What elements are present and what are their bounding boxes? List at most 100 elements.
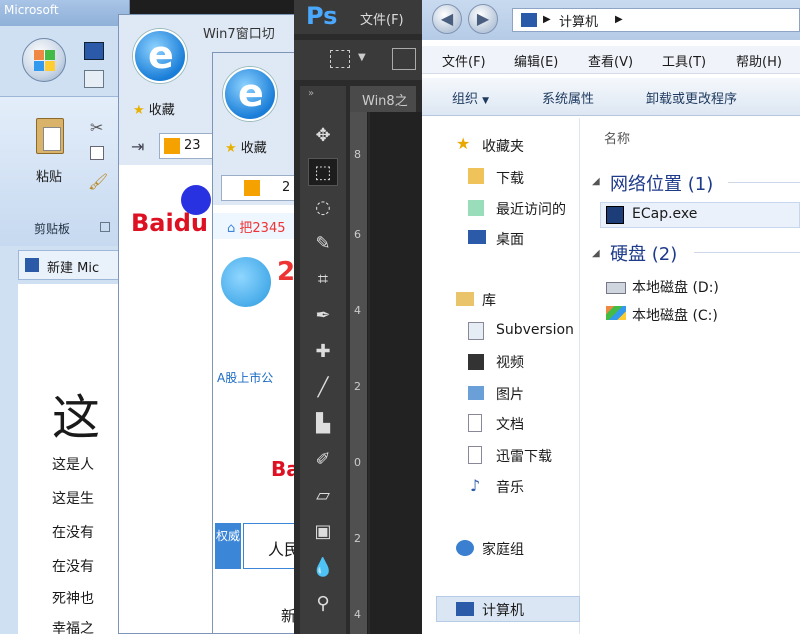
pin-link[interactable]: ⌂ 把2345 xyxy=(227,217,286,236)
chevron-down-icon[interactable]: ▼ xyxy=(358,52,366,63)
history-brush-icon[interactable]: ✐ xyxy=(308,446,338,474)
group-divider xyxy=(694,252,800,253)
blur-tool-icon[interactable]: 💧 xyxy=(308,554,338,582)
pin-text: 把2345 xyxy=(239,221,286,236)
chevron-right-icon: ▶ xyxy=(543,14,551,25)
save-icon[interactable] xyxy=(84,42,104,60)
ps-doc-tab-label: Win8之 xyxy=(362,94,408,109)
file-selection-highlight xyxy=(600,202,800,228)
gradient-tool-icon[interactable]: ▣ xyxy=(308,518,338,546)
column-header-name[interactable]: 名称 xyxy=(604,128,630,147)
chevron-down-icon: ▼ xyxy=(482,96,490,106)
doc-line: 幸福之 xyxy=(52,621,94,634)
nav-downloads[interactable]: 下载 xyxy=(496,168,524,188)
cut-icon[interactable]: ✂ xyxy=(90,118,103,137)
paste-icon[interactable] xyxy=(36,118,64,154)
group-network-location[interactable]: 网络位置 (1) xyxy=(610,170,713,196)
uninstall-program-button[interactable]: 卸载或更改程序 xyxy=(646,88,737,107)
crop-tool-icon[interactable]: ⌗ xyxy=(308,266,338,294)
doc-line: 在没有 xyxy=(52,559,94,575)
clipboard-group-label: 剪贴板 xyxy=(34,222,71,236)
nav-subversion[interactable]: Subversion xyxy=(496,322,574,338)
menu-edit[interactable]: 编辑(E) xyxy=(514,51,558,70)
ie1-back-icon[interactable]: ⇥ xyxy=(131,137,144,156)
organize-label: 组织 xyxy=(452,92,479,107)
recent-icon xyxy=(468,200,484,216)
doc-line: 在没有 xyxy=(52,525,94,541)
ruler-number: 8 xyxy=(354,148,361,161)
nav-documents[interactable]: 文档 xyxy=(496,414,524,434)
brush-tool-icon[interactable]: ╱ xyxy=(308,374,338,402)
nav-thunder[interactable]: 迅雷下载 xyxy=(496,446,552,466)
ashare-text: A股上市公 xyxy=(217,371,274,385)
copy-icon[interactable] xyxy=(90,146,104,160)
ps-canvas[interactable] xyxy=(370,112,422,634)
breadcrumb-computer[interactable]: 计算机 xyxy=(559,11,598,30)
breadcrumb[interactable]: ▶ 计算机 ▶ xyxy=(512,8,800,32)
nav-recent[interactable]: 最近访问的 xyxy=(496,199,566,219)
move-tool-icon[interactable]: ✥ xyxy=(308,122,338,150)
ruler-number: 2 xyxy=(354,532,361,545)
octopus-mascot-icon xyxy=(221,257,271,307)
nav-favorites[interactable]: 收藏夹 xyxy=(482,136,524,156)
nav-videos[interactable]: 视频 xyxy=(496,352,524,372)
ruler-number: 4 xyxy=(354,608,361,621)
lasso-tool-icon[interactable]: ◌ xyxy=(308,194,338,222)
ie1-title: Win7窗口切 xyxy=(203,27,275,42)
menu-view[interactable]: 查看(V) xyxy=(588,51,633,70)
dodge-tool-icon[interactable]: ⚲ xyxy=(308,590,338,618)
system-properties-button[interactable]: 系统属性 xyxy=(542,88,594,107)
format-painter-icon[interactable]: 🖌 xyxy=(88,172,108,191)
marquee-tool-icon[interactable]: ⬚ xyxy=(308,158,338,186)
authority-tab[interactable]: 权威 xyxy=(215,523,241,569)
nav-music[interactable]: 音乐 xyxy=(496,477,524,497)
desktop-icon xyxy=(468,230,486,244)
dialog-launcher-icon[interactable] xyxy=(100,222,110,232)
back-button[interactable]: ◀ xyxy=(432,4,462,34)
ps-logo: Ps xyxy=(306,2,338,30)
ps-doc-tab[interactable]: Win8之 xyxy=(350,86,416,112)
quick-select-tool-icon[interactable]: ✎ xyxy=(308,230,338,258)
collapse-arrow-icon[interactable]: ◢ xyxy=(592,176,600,187)
ps-menu-file[interactable]: 文件(F) xyxy=(360,9,404,28)
menu-tools[interactable]: 工具(T) xyxy=(662,51,706,70)
ruler-number: 4 xyxy=(354,304,361,317)
ie2-address-text: 2 xyxy=(282,180,291,195)
drive-c[interactable]: 本地磁盘 (C:) xyxy=(632,305,718,325)
eraser-tool-icon[interactable]: ▱ xyxy=(308,482,338,510)
drive-d[interactable]: 本地磁盘 (D:) xyxy=(632,277,719,297)
quick-access-icon[interactable] xyxy=(84,70,104,88)
ie2-favorites-button[interactable]: ★ 收藏 xyxy=(225,137,267,156)
eyedropper-tool-icon[interactable]: ✒ xyxy=(308,302,338,330)
word-doc-tab[interactable]: 新建 Mic xyxy=(18,250,129,280)
nav-libraries[interactable]: 库 xyxy=(482,290,496,310)
menu-help[interactable]: 帮助(H) xyxy=(736,51,782,70)
forward-button[interactable]: ▶ xyxy=(468,4,498,34)
nav-pictures[interactable]: 图片 xyxy=(496,384,524,404)
office-button[interactable] xyxy=(22,38,66,82)
group-divider xyxy=(728,182,800,183)
ie1-favorites-button[interactable]: ★ 收藏 xyxy=(133,99,175,118)
pictures-icon xyxy=(468,386,484,400)
explorer-window: ◀ ▶ ▶ 计算机 ▶ 文件(F) 编辑(E) 查看(V) 工具(T) 帮助(H… xyxy=(422,0,800,634)
nav-desktop[interactable]: 桌面 xyxy=(496,229,524,249)
healing-tool-icon[interactable]: ✚ xyxy=(308,338,338,366)
stamp-tool-icon[interactable]: ▙ xyxy=(308,410,338,438)
computer-small-icon xyxy=(521,13,537,27)
nav-computer[interactable]: 计算机 xyxy=(482,600,524,620)
ruler-number: 6 xyxy=(354,228,361,241)
organize-button[interactable]: 组织 ▼ xyxy=(452,88,489,107)
ps-option-box[interactable] xyxy=(392,48,416,70)
drive-c-icon xyxy=(606,306,626,320)
nav-homegroup[interactable]: 家庭组 xyxy=(482,539,524,559)
doc-line: 这是人 xyxy=(52,457,94,473)
doc-heading-char: 这 xyxy=(52,390,101,446)
marquee-option-icon[interactable] xyxy=(330,50,350,68)
menu-file[interactable]: 文件(F) xyxy=(442,51,486,70)
group-hard-disks[interactable]: 硬盘 (2) xyxy=(610,240,677,266)
collapse-arrow-icon[interactable]: ◢ xyxy=(592,248,600,259)
baidu-paw-icon xyxy=(181,185,211,215)
photoshop-window: Ps 文件(F) ▼ » ✥ ⬚ ◌ ✎ ⌗ ✒ ✚ ╱ ▙ ✐ ▱ ▣ 💧 ⚲… xyxy=(294,0,422,634)
toolbar-collapse-icon[interactable]: » xyxy=(308,88,314,99)
file-ecap-exe[interactable]: ECap.exe xyxy=(632,206,697,222)
